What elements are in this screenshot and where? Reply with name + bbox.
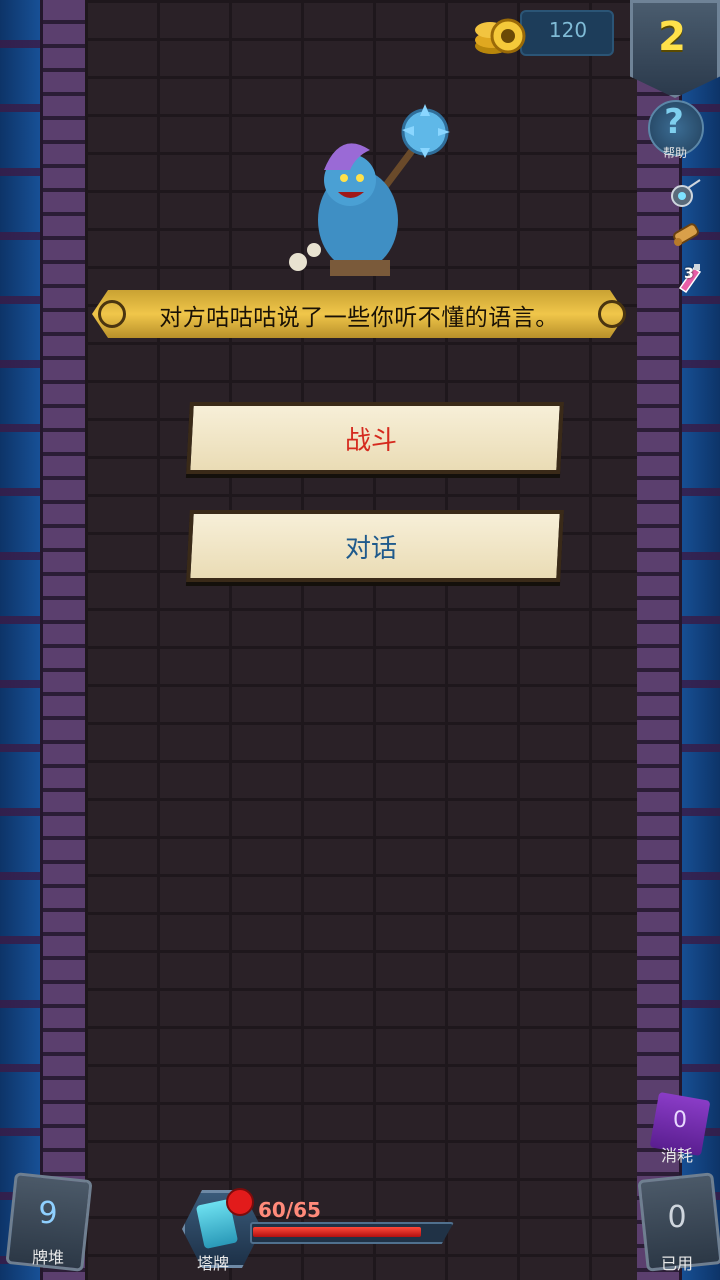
gold-amount: 120	[548, 18, 588, 42]
draw-pile-label: 牌堆	[31, 1248, 64, 1267]
scroll-relic-icon[interactable]	[668, 216, 704, 252]
notification-dot	[226, 1188, 254, 1216]
troll-monster-sprite	[289, 104, 450, 276]
tower-card-label: 塔牌	[196, 1254, 229, 1273]
gold-coins-icon	[475, 18, 526, 54]
help-label: 帮助	[662, 146, 687, 160]
discard-pile-count: 0	[667, 1200, 687, 1235]
fight-option-label: 战斗	[344, 426, 397, 456]
hp-bar-fill	[253, 1227, 421, 1237]
help-icon: ?	[664, 102, 684, 142]
floor-number: 2	[658, 14, 686, 60]
talk-option-label: 对话	[344, 534, 397, 564]
potion-count: 3	[684, 266, 694, 282]
exhaust-pile-label: 消耗	[660, 1146, 693, 1165]
left-thorns	[0, 0, 40, 1280]
exhaust-pile-count: 0	[673, 1108, 687, 1133]
discard-pile-label: 已用	[660, 1254, 693, 1273]
left-stone-column	[40, 0, 88, 1280]
event-message: 对方咕咕咕说了一些你听不懂的语言。	[159, 305, 559, 331]
amulet-relic-icon[interactable]	[668, 176, 704, 212]
hp-text: 60/65	[258, 1198, 321, 1222]
draw-pile-count: 9	[38, 1196, 58, 1231]
